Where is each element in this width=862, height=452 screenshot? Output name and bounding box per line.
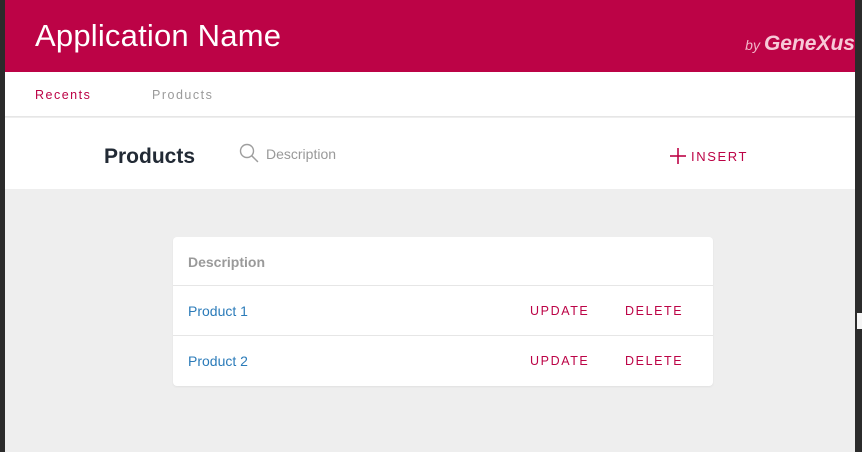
- app-window: Application Name by GeneXus Recents Produ…: [5, 0, 855, 452]
- list-toolbar: Products INSERT: [5, 118, 855, 189]
- genexus-logo: by GeneXus: [745, 32, 855, 56]
- app-header: Application Name by GeneXus: [5, 0, 855, 72]
- tab-products[interactable]: Products: [152, 88, 213, 102]
- column-header-description: Description: [188, 254, 266, 270]
- insert-button[interactable]: INSERT: [669, 146, 748, 166]
- delete-button[interactable]: DELETE: [625, 354, 683, 368]
- update-button[interactable]: UPDATE: [530, 304, 589, 318]
- plus-icon: [670, 148, 686, 164]
- app-title: Application Name: [35, 18, 282, 53]
- search-icon[interactable]: [238, 142, 260, 164]
- product-description-link[interactable]: Product 2: [188, 353, 248, 369]
- delete-button[interactable]: DELETE: [625, 304, 683, 318]
- update-button[interactable]: UPDATE: [530, 354, 589, 368]
- tab-recents[interactable]: Recents: [35, 88, 91, 102]
- page-title: Products: [104, 145, 196, 168]
- table-row: Product 2 UPDATE DELETE: [173, 336, 713, 386]
- products-grid: Description Product 1 UPDATE DELETE Prod…: [173, 237, 713, 386]
- tab-bar: Recents Products: [5, 72, 855, 117]
- window-edge-handle: [857, 313, 862, 329]
- search-input[interactable]: [266, 143, 506, 165]
- product-description-link[interactable]: Product 1: [188, 303, 248, 319]
- table-row: Product 1 UPDATE DELETE: [173, 286, 713, 336]
- search-box: [238, 142, 538, 166]
- brand-by-text: by: [745, 37, 760, 53]
- grid-header: Description: [173, 237, 713, 286]
- insert-label: INSERT: [691, 148, 749, 164]
- brand-name-text: GeneXus: [763, 32, 855, 55]
